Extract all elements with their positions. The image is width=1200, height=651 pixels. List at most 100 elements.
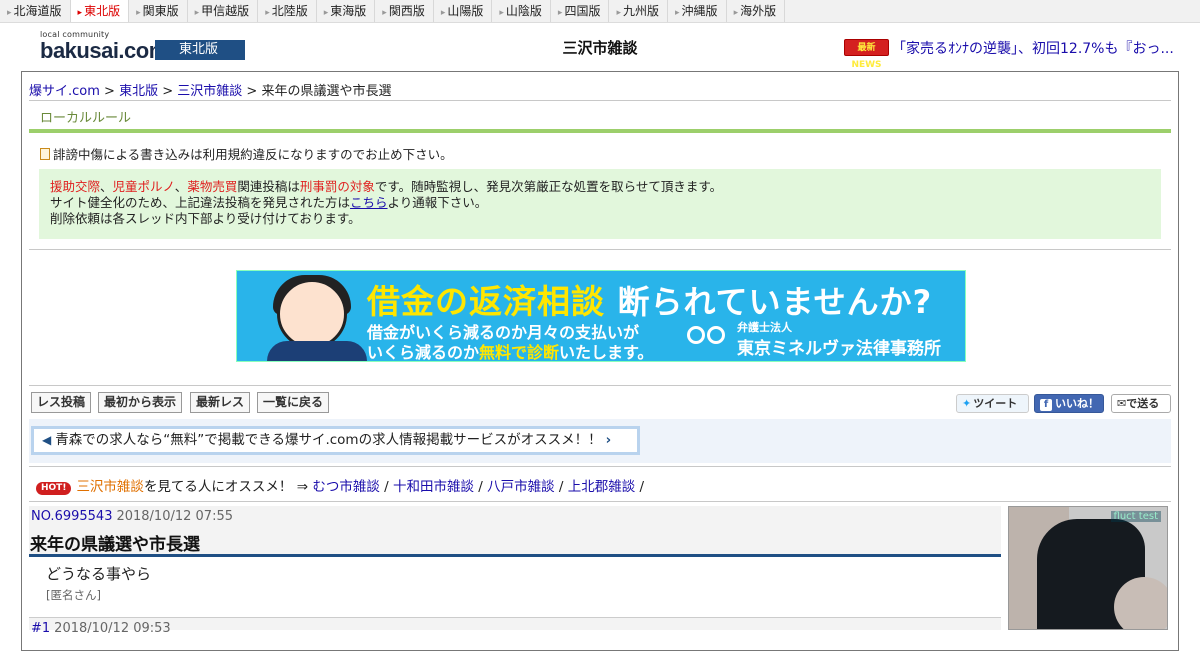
breadcrumb-home[interactable]: 爆サイ.com (29, 84, 100, 99)
recommend-line: HOT! 三沢市雑談を見てる人にオススメ！ ⇒ むつ市雑談 / 十和田市雑談 / … (36, 475, 644, 495)
back-to-list-button[interactable]: 一覧に戻る (257, 392, 330, 413)
region-tab-label: 関東版 (142, 4, 179, 18)
chevron-right-icon: ▸ (323, 8, 329, 18)
recommend-link[interactable]: 十和田市雑談 (393, 479, 474, 495)
chevron-right-icon: ▸ (616, 8, 621, 18)
region-tab[interactable]: ▸ 山陽版 (434, 0, 493, 22)
chevron-right-icon: ▸ (194, 8, 200, 18)
region-badge[interactable]: 東北版 (155, 40, 245, 60)
region-tab[interactable]: ▸ 関東版 (129, 0, 188, 22)
region-tab[interactable]: ▸ 四国版 (551, 0, 610, 22)
recommend-link[interactable]: 上北郡雑談 (568, 479, 636, 495)
post-author: [匿名さん] (46, 588, 101, 602)
reply-number[interactable]: #1 (31, 621, 50, 636)
divider (29, 385, 1171, 386)
warn-text: 関連投稿は (237, 179, 300, 194)
region-tab[interactable]: ▸ 北陸版 (258, 0, 317, 22)
region-tab[interactable]: ▸ 北海道版 (0, 0, 71, 22)
post-body: どうなる事やら (46, 565, 152, 583)
breadcrumb-region[interactable]: 東北版 (119, 84, 158, 99)
job-promo-text: 青森での求人なら“無料”で掲載できる爆サイ.comの求人情報掲載サービスがオスス… (55, 432, 602, 448)
recommend-link[interactable]: 八戸市雑談 (487, 479, 555, 495)
ad-illustration-face (277, 279, 347, 349)
ad-sub2-b: いたします。 (559, 343, 654, 362)
show-from-start-button[interactable]: 最初から表示 (98, 392, 183, 413)
region-tab-label: 沖縄版 (681, 4, 718, 18)
region-tab[interactable]: ▸ 沖縄版 (668, 0, 727, 22)
page-title: 三沢市雑談 (562, 39, 638, 57)
chevron-right-icon: ▸ (557, 8, 563, 18)
latest-replies-button[interactable]: 最新レス (190, 392, 251, 413)
send-label: で送る (1126, 397, 1160, 410)
region-tab[interactable]: ▸ 海外版 (727, 0, 786, 22)
banner-ad[interactable]: 借金の返済相談 断られていませんか? 借金がいくら減るのか月々の支払いが いくら… (236, 270, 966, 362)
region-tab[interactable]: ▸ 東北版 (70, 0, 130, 22)
warning-line-3: 削除依頼は各スレッド内下部より受け付けております。 (50, 211, 361, 226)
divider (29, 501, 1171, 502)
chevron-right-icon: ▸ (7, 8, 12, 18)
post-reply-button[interactable]: レス投稿 (31, 392, 92, 413)
chevron-right-icon: ▸ (77, 8, 83, 18)
ad-headline-white: 断られていませんか? (617, 283, 933, 321)
news-headline-link[interactable]: 「家売るｵﾝﾅの逆襲」、初回12.7%も『おっ... (892, 38, 1174, 58)
report-link[interactable]: こちら (350, 195, 388, 210)
facebook-like-button[interactable]: f いいね！ (1034, 394, 1104, 413)
breadcrumb-current: 来年の県議選や市長選 (261, 84, 392, 99)
region-tab[interactable]: ▸ 関西版 (375, 0, 434, 22)
region-tab-label: 九州版 (623, 4, 660, 18)
side-ad[interactable]: fluct test (1008, 506, 1168, 630)
tweet-button[interactable]: ✦ ツイート (956, 394, 1029, 413)
site-logo[interactable]: local community bakusai.com (40, 30, 168, 64)
region-tab[interactable]: ▸ 山陰版 (492, 0, 551, 22)
ad-sub2: いくら減るのか無料で診断いたします。 (367, 339, 654, 362)
logo-text: bakusai.com (40, 38, 168, 63)
region-tab-label: 北海道版 (13, 4, 62, 18)
document-icon (40, 148, 50, 160)
post-date: 2018/10/12 07:55 (116, 509, 233, 524)
ad-headline-yellow: 借金の返済相談 (367, 282, 605, 321)
post-header: NO.6995543 2018/10/12 07:55 (31, 509, 233, 524)
like-label: いいね！ (1055, 397, 1099, 410)
breadcrumb: 爆サイ.com > 東北版 > 三沢市雑談 > 来年の県議選や市長選 (29, 80, 391, 99)
facebook-icon: f (1040, 399, 1052, 411)
chevron-right-icon: ▸ (733, 8, 739, 18)
warning-box: 援助交際、児童ポルノ、薬物売買関連投稿は刑事罰の対象です。随時監視し、発見次第厳… (39, 169, 1161, 239)
notice-text: 誹謗中傷による書き込みは利用規約違反になりますのでお止め下さい。 (53, 147, 453, 162)
region-tab-label: 甲信越版 (201, 4, 250, 18)
recommend-text: を見てる人にオススメ！ ⇒ (143, 479, 309, 495)
chevron-right-icon: ▸ (265, 8, 270, 18)
post-number[interactable]: NO.6995543 (31, 509, 112, 524)
warn-term: 援助交際 (50, 179, 101, 194)
warn-term: 薬物売買 (187, 179, 238, 194)
chevron-right-icon: ▸ (499, 8, 504, 18)
divider (29, 617, 1001, 618)
region-tab[interactable]: ▸ 東海版 (317, 0, 376, 22)
ad-firm-type: 弁護士法人 (737, 321, 792, 334)
region-tab[interactable]: ▸ 九州版 (609, 0, 669, 22)
send-mail-button[interactable]: ✉で送る (1111, 394, 1171, 413)
mail-icon: ✉ (1117, 397, 1127, 410)
warn-term: 刑事罰の対象 (299, 179, 375, 194)
warn-text: より通報下さい。 (387, 195, 488, 210)
post-body-area (29, 557, 1001, 617)
reply-date: 2018/10/12 09:53 (54, 621, 171, 636)
region-tab-label: 海外版 (740, 4, 777, 18)
breadcrumb-sep: > (99, 84, 120, 99)
hot-badge: HOT! (36, 482, 72, 495)
recommend-board[interactable]: 三沢市雑談 (76, 479, 144, 495)
ad-illustration-body (267, 341, 367, 361)
ad-sub2-yellow: 無料で診断 (479, 343, 560, 362)
local-rule-heading: ローカルルール (40, 111, 132, 126)
tweet-label: ツイート (973, 397, 1018, 410)
region-tab[interactable]: ▸ 甲信越版 (188, 0, 259, 22)
twitter-icon: ✦ (962, 397, 972, 410)
breadcrumb-sep: > (158, 84, 178, 99)
region-tab-label: 関西版 (388, 4, 425, 18)
ad-caption: fluct test (1110, 511, 1161, 522)
chevron-right-icon: ▸ (440, 8, 446, 18)
divider (29, 249, 1171, 250)
job-promo-link[interactable]: ◀ 青森での求人なら“無料”で掲載できる爆サイ.comの求人情報掲載サービスがオス… (31, 426, 640, 455)
region-tab-label: 四国版 (564, 4, 601, 18)
breadcrumb-board[interactable]: 三沢市雑談 (177, 84, 242, 99)
recommend-link[interactable]: むつ市雑談 (312, 479, 380, 495)
